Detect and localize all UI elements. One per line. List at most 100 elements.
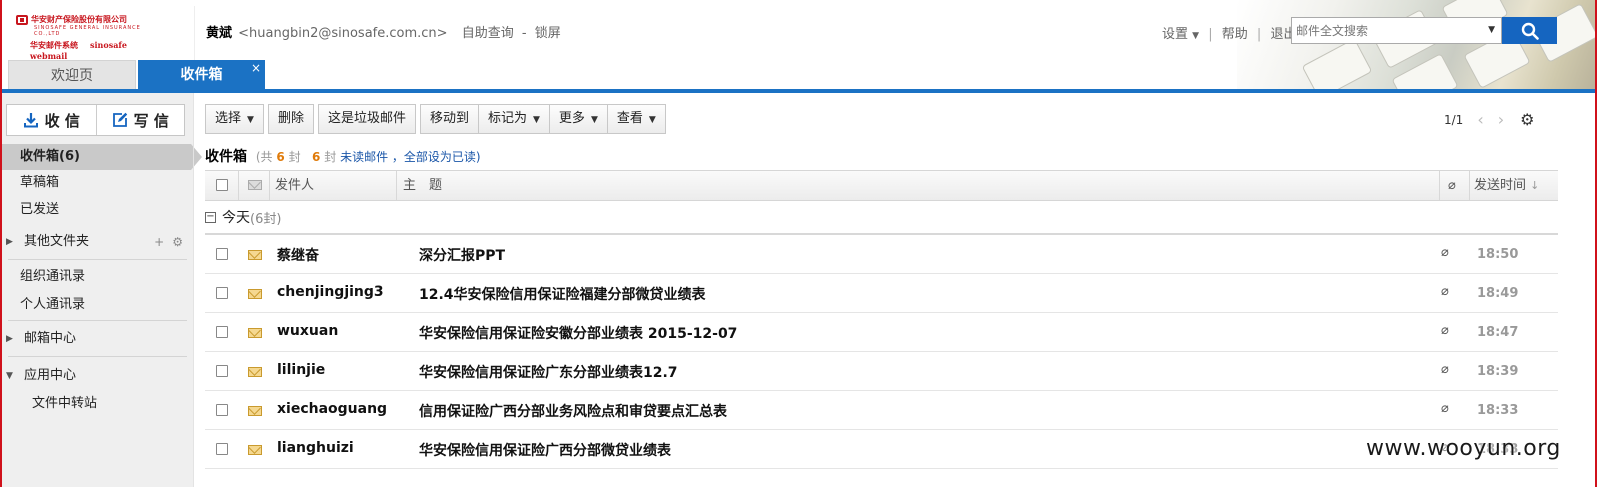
email-row[interactable]: xiechaoguang 信用保证险广西分部业务风险点和审贷要点汇总表 ⌀ 18…	[205, 391, 1558, 430]
email-subject[interactable]: 信用保证险广西分部业务风险点和审贷要点汇总表	[419, 401, 727, 421]
separator: |	[1256, 27, 1262, 42]
email-sender: wuxuan	[277, 323, 339, 339]
search-scope-dropdown-icon[interactable]: ▼	[1488, 25, 1495, 35]
attachment-icon: ⌀	[1441, 401, 1449, 416]
search-box: ▼	[1291, 17, 1502, 44]
unread-count: 6	[312, 150, 321, 164]
sidebar-item-org-contacts[interactable]: 组织通讯录	[2, 264, 193, 290]
attachment-icon: ⌀	[1441, 284, 1449, 299]
settings-menu[interactable]: 设置 ▼	[1162, 27, 1199, 42]
row-checkbox[interactable]	[216, 326, 228, 342]
divider	[8, 320, 187, 321]
select-button[interactable]: 选择 ▼	[205, 104, 264, 134]
logo-english-name: SINOSAFE GENERAL INSURANCE CO.,LTD	[34, 25, 141, 37]
expand-arrow-icon[interactable]: ▶	[6, 326, 13, 352]
attachment-icon: ⌀	[1441, 323, 1449, 338]
receive-label: 收 信	[44, 111, 80, 130]
sidebar-item-file-transfer[interactable]: 文件中转站	[2, 391, 193, 417]
attachment-column-icon[interactable]: ⌀	[1448, 171, 1456, 200]
email-time: 18:33	[1477, 403, 1519, 418]
more-button[interactable]: 更多 ▼	[549, 104, 608, 134]
self-service-link[interactable]: 自助查询	[462, 26, 514, 41]
row-checkbox[interactable]	[216, 365, 228, 381]
select-all-checkbox[interactable]	[216, 179, 228, 193]
search-button[interactable]	[1502, 17, 1557, 44]
header-keyboard-banner	[1237, 0, 1597, 90]
read-status-column[interactable]	[248, 180, 262, 192]
tab-inbox[interactable]: 收件箱 ×	[138, 60, 265, 90]
column-time[interactable]: 发送时间 ↓	[1474, 171, 1539, 200]
prev-page-icon[interactable]: ‹	[1477, 110, 1483, 129]
next-page-icon[interactable]: ›	[1498, 110, 1504, 129]
sidebar-item-other-folders[interactable]: ▶ 其他文件夹 + ⚙	[2, 229, 193, 255]
receive-button[interactable]: 收 信	[7, 105, 96, 135]
group-label: 今天	[222, 210, 250, 226]
help-link[interactable]: 帮助	[1222, 27, 1248, 42]
delete-button[interactable]: 删除	[267, 104, 314, 134]
compose-label: 写 信	[133, 111, 169, 130]
email-row[interactable]: lilinjie 华安保险信用保证险广东分部业绩表12.7 ⌀ 18:39	[205, 352, 1558, 391]
caret-down-icon: ▼	[590, 115, 598, 125]
top-links: 设置 ▼ | 帮助 | 退出	[1162, 23, 1296, 42]
add-folder-icon[interactable]: +	[154, 235, 164, 249]
folder-name: 收件箱	[205, 149, 247, 165]
company-logo: 华安财产保险股份有限公司 SINOSAFE GENERAL INSURANCE …	[16, 14, 166, 61]
spam-button[interactable]: 这是垃圾邮件	[317, 104, 416, 134]
collapse-arrow-icon[interactable]: ▼	[6, 363, 13, 389]
sort-down-icon: ↓	[1530, 179, 1540, 192]
page-indicator: 1/1	[1444, 112, 1464, 127]
mark-all-read-link[interactable]: ，全部设为已读)	[392, 150, 481, 164]
row-checkbox[interactable]	[216, 443, 228, 459]
caret-down-icon: ▼	[247, 115, 254, 125]
mail-toolbar: 选择 ▼ 删除 这是垃圾邮件 移动到 标记为 ▼ 更多 ▼ 查看 ▼	[205, 104, 666, 134]
logo-company-name: 华安财产保险股份有限公司	[31, 15, 127, 24]
logo-mark-icon	[16, 14, 28, 25]
gear-icon[interactable]: ⚙	[172, 235, 183, 249]
email-subject[interactable]: 深分汇报PPT	[419, 245, 505, 265]
email-subject[interactable]: 12.4华安保险信用保证险福建分部微贷业绩表	[419, 284, 706, 304]
email-subject[interactable]: 华安保险信用保证险广西分部微贷业绩表	[419, 440, 671, 460]
mark-as-button[interactable]: 标记为 ▼	[478, 104, 550, 134]
group-count: (6封)	[250, 211, 282, 227]
collapse-icon[interactable]: −	[205, 211, 216, 223]
total-count: 6	[276, 150, 285, 164]
date-group-today[interactable]: − 今天 (6封)	[205, 207, 281, 227]
sidebar-item-mailbox-center[interactable]: ▶ 邮箱中心	[2, 326, 193, 352]
email-row[interactable]: wuxuan 华安保险信用保证险安徽分部业绩表 2015-12-07 ⌀ 18:…	[205, 313, 1558, 352]
compose-button[interactable]: 写 信	[95, 105, 185, 135]
unread-envelope-icon	[248, 288, 262, 303]
row-checkbox[interactable]	[216, 248, 228, 264]
search-input[interactable]	[1292, 18, 1482, 43]
email-time: 18:50	[1477, 247, 1519, 262]
move-to-button[interactable]: 移动到	[419, 104, 479, 134]
folder-title: 收件箱 (共 6 封 6 封 未读邮件 ，全部设为已读)	[205, 146, 481, 166]
row-checkbox[interactable]	[216, 404, 228, 420]
sidebar-item-label: 收件箱(6)	[20, 149, 80, 164]
email-row[interactable]: chenjingjing3 12.4华安保险信用保证险福建分部微贷业绩表 ⌀ 1…	[205, 274, 1558, 313]
user-name: 黄斌	[206, 26, 233, 41]
tab-welcome[interactable]: 欢迎页	[8, 60, 136, 90]
expand-arrow-icon[interactable]: ▶	[6, 229, 13, 255]
sidebar-item-drafts[interactable]: 草稿箱	[2, 170, 193, 196]
email-row[interactable]: lianghuizi 华安保险信用保证险广西分部微贷业绩表 ⌀ 18:33	[205, 430, 1558, 469]
sidebar-item-sent[interactable]: 已发送	[2, 197, 193, 223]
email-subject[interactable]: 华安保险信用保证险安徽分部业绩表 2015-12-07	[419, 323, 737, 343]
sidebar-item-inbox[interactable]: 收件箱(6)	[2, 144, 202, 170]
close-icon[interactable]: ×	[251, 53, 261, 83]
window-border-left	[0, 0, 2, 487]
email-subject[interactable]: 华安保险信用保证险广东分部业绩表12.7	[419, 362, 678, 382]
row-checkbox[interactable]	[216, 287, 228, 303]
email-sender: chenjingjing3	[277, 284, 384, 300]
sidebar-item-app-center[interactable]: ▼ 应用中心	[2, 363, 193, 389]
unread-mail-link[interactable]: 未读邮件	[340, 150, 388, 164]
email-time: 18:39	[1477, 364, 1519, 379]
gear-icon[interactable]: ⚙	[1520, 110, 1534, 129]
lock-screen-link[interactable]: 锁屏	[535, 26, 561, 41]
column-subject[interactable]: 主 题	[403, 171, 442, 200]
sidebar-item-personal-contacts[interactable]: 个人通讯录	[2, 292, 193, 318]
column-from[interactable]: 发件人	[275, 171, 314, 200]
view-button[interactable]: 查看 ▼	[607, 104, 666, 134]
email-row[interactable]: 蔡继奋 深分汇报PPT ⌀ 18:50	[205, 235, 1558, 274]
logo-system-name: 华安邮件系统	[30, 41, 78, 50]
email-time: 18:49	[1477, 286, 1519, 301]
